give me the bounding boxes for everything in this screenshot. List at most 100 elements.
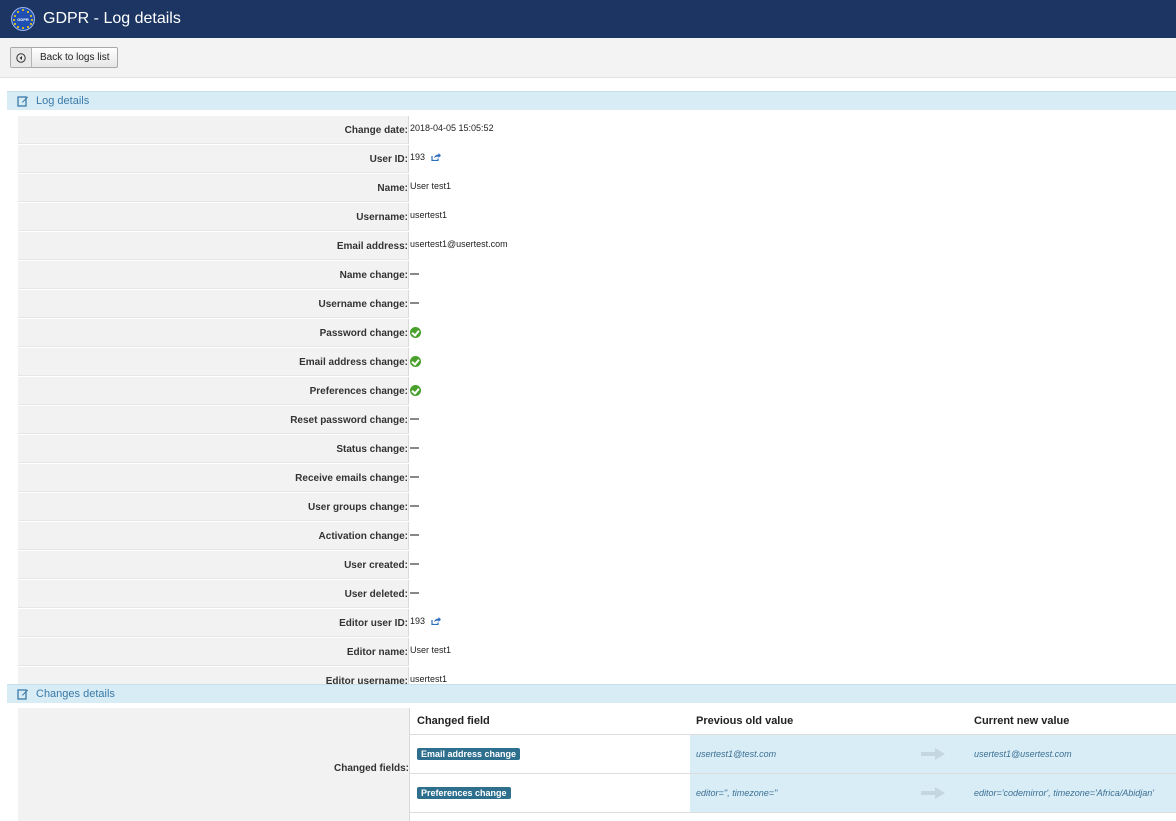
column-header: Current new value: [974, 715, 1070, 727]
edit-icon: [17, 689, 29, 700]
detail-row: Receive emails change:: [18, 464, 1176, 493]
detail-row: Preferences change:: [18, 377, 1176, 406]
detail-label: Receive emails change:: [18, 464, 409, 492]
back-to-logs-button[interactable]: Back to logs list: [10, 47, 119, 68]
detail-row: Username: usertest1: [18, 203, 1176, 232]
detail-value: [409, 348, 421, 376]
no-change-dash-icon: [410, 476, 419, 478]
detail-row: Password change:: [18, 319, 1176, 348]
column-header: Previous old value: [696, 715, 794, 727]
detail-value: [409, 319, 421, 347]
detail-value: 193: [409, 609, 442, 637]
detail-value: 2018-04-05 15:05:52: [409, 116, 494, 144]
changed-field-cell: Preferences change: [410, 774, 690, 812]
no-change-dash-icon: [410, 505, 419, 507]
detail-value-text: usertest1: [410, 674, 448, 684]
detail-value: [409, 522, 419, 550]
column-header: Changed field: [417, 715, 490, 727]
check-icon: [410, 356, 421, 367]
detail-value-text: usertest1: [410, 210, 448, 220]
detail-row: Name change:: [18, 261, 1176, 290]
detail-row: User ID: 193: [18, 145, 1176, 174]
new-value-cell: usertest1@usertest.com: [954, 735, 1176, 773]
detail-label: User deleted:: [18, 580, 409, 608]
back-button-label: Back to logs list: [40, 52, 110, 63]
app-header: GDPR GDPR - Log details: [0, 0, 1176, 38]
detail-value: User test1: [409, 638, 451, 666]
changes-details-section-header: Changes details: [7, 684, 1176, 703]
detail-value-text: usertest1@usertest.com: [410, 239, 508, 249]
detail-row: Activation change:: [18, 522, 1176, 551]
detail-label: User groups change:: [18, 493, 409, 521]
detail-value: [409, 580, 419, 608]
detail-value: [409, 377, 421, 405]
toolbar: Back to logs list: [0, 38, 1176, 78]
detail-label: Name change:: [18, 261, 409, 289]
changed-field-cell: Email address change: [410, 735, 690, 773]
detail-label: Editor user ID:: [18, 609, 409, 637]
no-change-dash-icon: [410, 302, 419, 304]
detail-value-text: User test1: [410, 645, 452, 655]
detail-row: Change date: 2018-04-05 15:05:52: [18, 116, 1176, 145]
detail-row: Name: User test1: [18, 174, 1176, 203]
detail-row: User groups change:: [18, 493, 1176, 522]
old-value-cell: editor='', timezone='': [690, 774, 912, 812]
gdpr-logo-icon: GDPR: [11, 7, 35, 31]
no-change-dash-icon: [410, 418, 419, 420]
arrow-cell: [912, 735, 954, 773]
changes-details: Changed fields: Changed field Previous o…: [18, 708, 1176, 821]
external-link-icon[interactable]: [431, 617, 442, 625]
no-change-dash-icon: [410, 273, 419, 275]
detail-row: Username change:: [18, 290, 1176, 319]
section-title: Log details: [36, 95, 90, 107]
detail-value: [409, 261, 419, 289]
detail-row: Editor user ID: 193: [18, 609, 1176, 638]
no-change-dash-icon: [410, 447, 419, 449]
change-row: Email address change usertest1@test.com us…: [410, 735, 1176, 774]
detail-value: [409, 435, 419, 463]
detail-value: [409, 290, 419, 318]
change-row: Preferences change editor='', timezone=''…: [410, 774, 1176, 813]
detail-label: Preferences change:: [18, 377, 409, 405]
detail-label: User created:: [18, 551, 409, 579]
detail-value: 193: [409, 145, 442, 173]
detail-label: Activation change:: [18, 522, 409, 550]
log-details-table: Change date: 2018-04-05 15:05:52 User ID: 1…: [18, 116, 1176, 696]
detail-label: Email address change:: [18, 348, 409, 376]
detail-row: User created:: [18, 551, 1176, 580]
detail-value-text: 193: [410, 152, 426, 162]
detail-label: Username:: [18, 203, 409, 231]
detail-row: Editor name: User test1: [18, 638, 1176, 667]
detail-value-text: 2018-04-05 15:05:52: [410, 123, 494, 133]
changes-table-header: Changed field Previous old value Current…: [410, 708, 1176, 735]
check-icon: [410, 327, 421, 338]
detail-label: User ID:: [18, 145, 409, 173]
detail-value: [409, 464, 419, 492]
no-change-dash-icon: [410, 592, 419, 594]
detail-value-text: 193: [410, 616, 426, 626]
log-details-section-header: Log details: [7, 91, 1176, 110]
section-title: Changes details: [36, 688, 115, 700]
detail-value: [409, 551, 419, 579]
external-link-icon[interactable]: [431, 153, 442, 161]
detail-value: [409, 406, 419, 434]
no-change-dash-icon: [410, 534, 419, 536]
arrow-cell: [912, 774, 954, 812]
arrow-right-icon: [921, 787, 945, 799]
detail-row: Email address: usertest1@usertest.com: [18, 232, 1176, 261]
check-icon: [410, 385, 421, 396]
detail-label: Email address:: [18, 232, 409, 260]
detail-value: User test1: [409, 174, 451, 202]
no-change-dash-icon: [410, 563, 419, 565]
detail-label: Username change:: [18, 290, 409, 318]
detail-row: Email address change:: [18, 348, 1176, 377]
back-arrow-icon: [11, 48, 32, 67]
new-value-cell: editor='codemirror', timezone='Africa/Ab…: [954, 774, 1176, 812]
detail-label: Name:: [18, 174, 409, 202]
detail-label: Reset password change:: [18, 406, 409, 434]
detail-row: Reset password change:: [18, 406, 1176, 435]
changed-fields-label: Changed fields:: [18, 708, 410, 821]
changed-field-badge: Email address change: [417, 748, 521, 760]
detail-label: Status change:: [18, 435, 409, 463]
detail-label: Change date:: [18, 116, 409, 144]
